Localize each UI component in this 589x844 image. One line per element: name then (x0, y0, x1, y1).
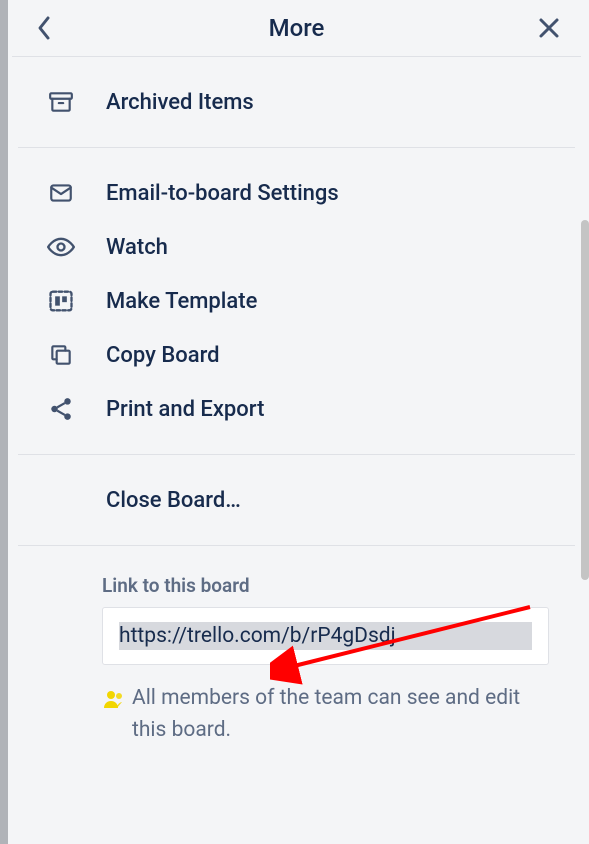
menu-item-label: Email-to-board Settings (106, 181, 339, 206)
board-link-input[interactable] (119, 622, 532, 650)
menu-section-3: Close Board… (12, 473, 581, 527)
panel-header: More (12, 0, 581, 56)
divider (12, 56, 581, 57)
share-icon (46, 394, 76, 424)
email-icon (46, 178, 76, 208)
link-input-container (102, 607, 549, 665)
scrollbar[interactable] (581, 220, 589, 580)
menu-section-1: Archived Items (12, 61, 581, 129)
cut-off-item (18, 61, 575, 69)
divider (18, 454, 575, 455)
menu-item-label: Watch (106, 235, 168, 260)
menu-section-2: Email-to-board Settings Watch Make Templ… (12, 166, 581, 436)
chevron-left-icon (34, 14, 54, 42)
menu-email-settings[interactable]: Email-to-board Settings (18, 166, 575, 220)
menu-item-label: Archived Items (106, 90, 254, 115)
template-icon (46, 286, 76, 316)
menu-item-label: Make Template (106, 289, 257, 314)
link-description: All members of the team can see and edit… (102, 683, 549, 746)
divider (18, 545, 575, 546)
close-button[interactable] (533, 12, 565, 44)
eye-icon (46, 232, 76, 262)
menu-make-template[interactable]: Make Template (18, 274, 575, 328)
team-icon (102, 687, 126, 711)
left-edge-strip (0, 0, 8, 844)
link-to-board-section: Link to this board All members of the te… (12, 564, 581, 764)
menu-item-label: Close Board… (106, 488, 241, 513)
menu-item-label: Copy Board (106, 343, 220, 368)
link-section-label: Link to this board (102, 574, 549, 597)
menu-print-export[interactable]: Print and Export (18, 382, 575, 436)
back-button[interactable] (28, 12, 60, 44)
close-icon (537, 16, 561, 40)
divider (18, 147, 575, 148)
menu-item-label: Print and Export (106, 397, 264, 422)
menu-watch[interactable]: Watch (18, 220, 575, 274)
panel-title: More (60, 14, 533, 42)
menu-archived-items[interactable]: Archived Items (18, 75, 575, 129)
copy-icon (46, 340, 76, 370)
menu-close-board[interactable]: Close Board… (18, 473, 575, 527)
archive-icon (46, 87, 76, 117)
more-menu-panel: More Archived Items (12, 0, 581, 844)
link-description-text: All members of the team can see and edit… (132, 683, 549, 746)
menu-copy-board[interactable]: Copy Board (18, 328, 575, 382)
